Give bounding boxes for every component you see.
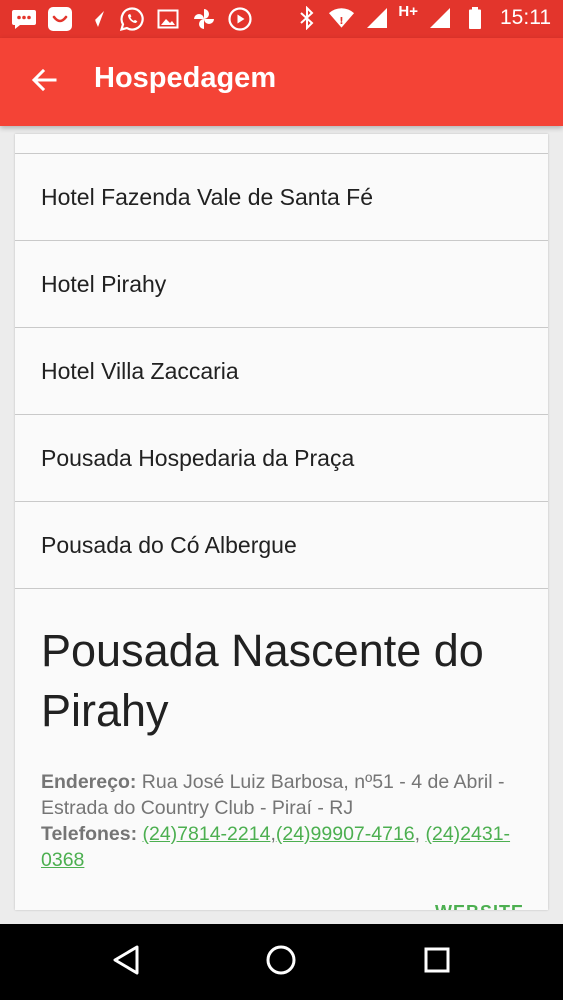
nav-back-button[interactable] — [104, 940, 148, 984]
nav-recents-button[interactable] — [415, 940, 459, 984]
clock: 15:11 — [500, 5, 551, 29]
phone-link[interactable]: (24)7814-2214 — [143, 823, 271, 845]
signal-icon — [363, 4, 390, 31]
phone-separator: , — [414, 823, 421, 845]
nav-recents-icon — [423, 946, 451, 979]
content-card: Hotel Fazenda Vale de Santa Fé Hotel Pir… — [15, 134, 548, 910]
nav-home-icon — [265, 944, 297, 981]
list-item[interactable]: Hotel Pirahy — [15, 241, 548, 328]
arrow-back-icon — [30, 66, 58, 99]
send-icon — [82, 5, 109, 32]
detail-info: Endereço: Rua José Luiz Barbosa, nº51 - … — [41, 769, 524, 873]
page-title: Hospedagem — [94, 62, 277, 94]
nav-home-button[interactable] — [259, 940, 303, 984]
website-button[interactable]: WEBSITE — [435, 902, 524, 910]
play-icon — [226, 5, 253, 32]
notification-icons — [10, 5, 253, 32]
detail-title: Pousada Nascente do Pirahy — [41, 625, 484, 736]
list-item[interactable]: Hotel Villa Zaccaria — [15, 328, 548, 415]
image-icon — [154, 5, 181, 32]
address-line: Endereço: Rua José Luiz Barbosa, nº51 - … — [41, 769, 524, 821]
nav-back-icon — [111, 944, 141, 981]
app-bar: Hospedagem — [0, 38, 563, 126]
list-item[interactable]: Hotel Fazenda Vale de Santa Fé — [15, 154, 548, 241]
list-top-edge — [15, 134, 548, 154]
svg-text:!: ! — [340, 15, 344, 26]
bluetooth-icon — [293, 4, 320, 31]
pinwheel-icon — [190, 5, 217, 32]
wifi-icon: ! — [328, 4, 355, 31]
network-type: H+ — [398, 3, 418, 20]
detail-section: Pousada Nascente do Pirahy Endereço: Rua… — [15, 589, 548, 873]
navigation-bar — [0, 924, 563, 1000]
list-item[interactable]: Pousada do Có Albergue — [15, 502, 548, 589]
status-bar: ! H+ 15:11 — [0, 0, 563, 38]
phone-link[interactable]: (24)99907-4716 — [276, 823, 415, 845]
smiley-icon — [46, 5, 73, 32]
address-label: Endereço: — [41, 771, 137, 793]
system-status: ! H+ 15:11 — [293, 3, 551, 31]
chat-bubble-icon — [10, 5, 37, 32]
back-button[interactable] — [22, 60, 66, 104]
phones-label: Telefones: — [41, 823, 138, 845]
whatsapp-icon — [118, 5, 145, 32]
list-item[interactable]: Pousada Hospedaria da Praça — [15, 415, 548, 502]
battery-icon — [461, 4, 488, 31]
phones-line: Telefones: (24)7814-2214,(24)99907-4716,… — [41, 821, 524, 873]
signal-icon-2 — [426, 4, 453, 31]
